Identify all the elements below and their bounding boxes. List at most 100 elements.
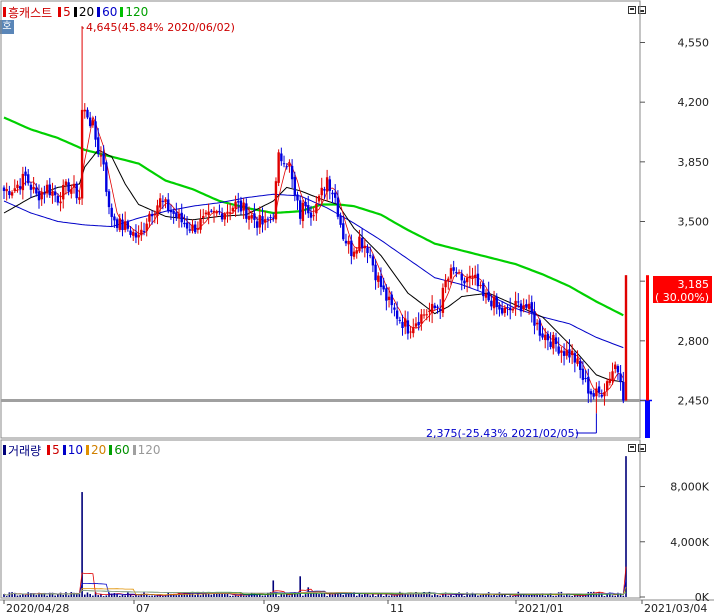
candle-body [298,200,302,219]
volume-bar [288,595,291,597]
volume-bar [404,593,407,597]
volume-pane-maximize-icon[interactable] [628,444,636,452]
candle-body [75,183,78,199]
volume-bar [48,592,51,597]
volume-bar [606,594,608,597]
chart-type-icon[interactable]: 호 [0,20,14,34]
candle-body [441,287,445,313]
volume-bar [339,592,342,597]
price-pane-minimize-icon[interactable] [638,6,646,14]
volume-bar [283,594,285,597]
vlegend-ma60-swatch [109,445,113,455]
high-annotation: 4,645(45.84% 2020/06/02) [86,21,235,34]
candle-body [250,215,253,219]
volume-bar [11,592,13,597]
volume-bar [16,595,19,597]
volume-bar [522,594,525,597]
volume-bar [299,576,301,597]
candle-body [546,334,550,341]
candle-body [280,153,283,162]
candle-body [150,214,154,217]
volume-bar [75,594,78,597]
volume-bar [415,592,417,597]
volume-bar [291,593,293,597]
candle-body [175,212,178,218]
volume-bar [57,594,59,597]
candle-body [94,121,97,140]
volume-bar [256,593,258,597]
volume-bar [517,591,520,597]
volume-bar [326,596,328,597]
candle-body [253,213,256,220]
volume-bar [221,592,223,597]
volume-bar [539,593,541,597]
candle-body [447,278,450,282]
volume-bar [248,595,250,597]
vlegend-ma10-label: 10 [67,443,84,457]
candle-body [293,176,297,196]
volume-bar [129,594,132,597]
candle-body [212,210,216,213]
candle-body [414,323,418,327]
candle-body [554,337,558,345]
volume-bar [479,595,482,597]
candle-body [210,210,213,212]
candle-body [538,320,542,336]
volume-bar [600,593,603,597]
volume-bar [242,595,245,597]
volume-bar [436,595,439,597]
volume-bar [460,594,463,597]
candle-body [29,184,33,190]
candle-body [309,212,313,218]
candle-body [56,195,60,203]
volume-bar [385,593,388,597]
vlegend-ma10-swatch [62,445,66,455]
volume-bar [183,592,186,597]
volume-pane-window-buttons [628,444,646,452]
volume-bar [331,594,334,597]
candle-body [382,285,385,290]
candle-body [465,277,469,283]
candle-body [562,351,566,356]
candle-body [390,294,393,306]
volume-bar [549,593,552,597]
candle-body [605,381,609,391]
candle-body [70,189,73,194]
volume-bar [439,595,442,597]
candle-body [145,223,148,231]
volume-bar [43,592,46,597]
volume-bar [51,592,54,597]
candle-body [336,197,340,217]
volume-bar [97,595,100,597]
volume-bar [355,595,358,597]
candle-body [317,195,321,202]
price-legend-name-swatch [3,7,6,17]
candle-body [417,321,420,326]
date-tick-label: 2021/03/04 [644,602,707,615]
volume-bar [240,592,242,597]
candle-body [277,152,280,183]
ma60-line [3,193,624,349]
candle-body [255,221,259,228]
volume-bar [377,592,380,597]
volume-bar [547,594,549,597]
volume-bar [245,595,248,597]
candle-body [242,202,245,211]
volume-bar [536,593,538,597]
vlegend-ma5-swatch [47,445,51,455]
volume-bar [471,592,474,597]
candle-body [121,219,124,231]
candle-body [105,162,108,192]
volume-bar [334,592,336,597]
candle-body [614,364,617,370]
candle-body [385,288,388,301]
price-pane-maximize-icon[interactable] [628,6,636,14]
volume-pane-minimize-icon[interactable] [638,444,646,452]
vlegend-ma120-swatch [132,445,136,455]
candle-body [468,275,472,278]
candle-body [350,240,353,257]
volume-y-tick-label: 0K [695,591,710,604]
volume-bar [13,592,16,597]
volume-bar [118,595,121,597]
volume-bar [110,593,113,597]
